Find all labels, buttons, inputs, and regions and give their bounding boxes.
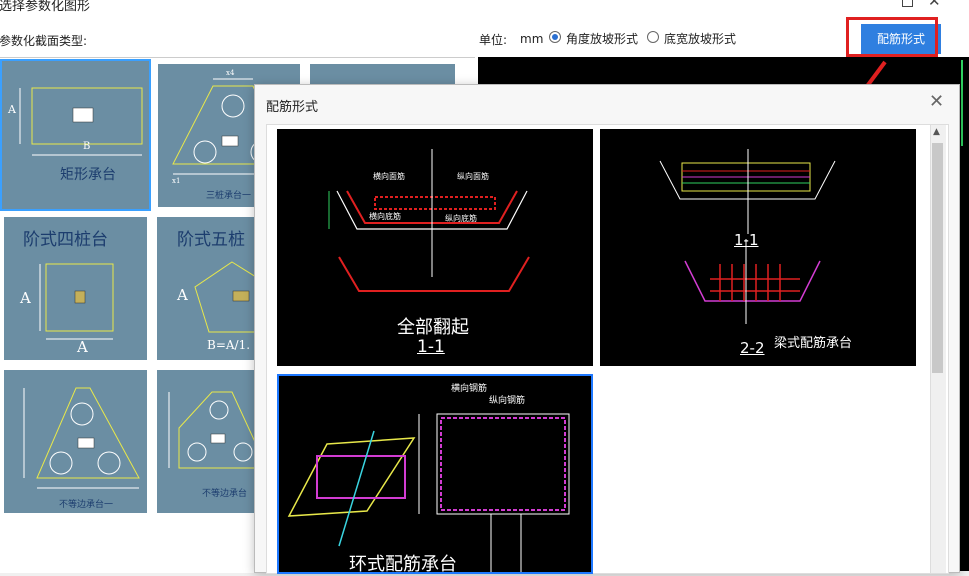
svg-text:纵向钢筋: 纵向钢筋: [489, 394, 525, 406]
option-caption: 环式配筋承台: [349, 554, 457, 575]
option-caption: 全部翻起: [397, 317, 469, 338]
rebar-options: 横向面筋 纵向面筋 横向底筋 纵向底筋 全部翻起 1-1 1-1 2-2 梁式配…: [266, 124, 949, 575]
section-label: 1-1: [417, 337, 445, 357]
svg-text:横向底筋: 横向底筋: [369, 211, 401, 221]
dialog-title: 配筋形式: [266, 100, 319, 115]
ring-style-drawing: 横向钢筋 纵向钢筋: [287, 382, 570, 572]
svg-text:纵向面筋: 纵向面筋: [457, 171, 489, 181]
scroll-up-icon[interactable]: ▲: [933, 127, 940, 137]
option-ring-style[interactable]: 横向钢筋 纵向钢筋 环式配筋承台: [277, 374, 593, 575]
option-caption: 梁式配筋承台: [774, 336, 853, 351]
section-a-label: 1-1: [734, 231, 759, 249]
dialog-scrollbar-thumb[interactable]: [932, 143, 943, 373]
option-beam-style[interactable]: 1-1 2-2 梁式配筋承台: [600, 129, 916, 366]
close-icon[interactable]: ✕: [929, 91, 944, 112]
section-b-label: 2-2: [740, 339, 765, 357]
rebar-form-dialog: 配筋形式 ✕ 横向面筋 纵向面筋 横向底筋 纵向底筋 全部翻起 1-1 1-1 …: [254, 84, 960, 575]
svg-text:横向面筋: 横向面筋: [373, 171, 405, 181]
option-full-bend[interactable]: 横向面筋 纵向面筋 横向底筋 纵向底筋 全部翻起 1-1: [277, 129, 593, 366]
svg-text:纵向底筋: 纵向底筋: [445, 213, 477, 223]
svg-text:横向钢筋: 横向钢筋: [451, 382, 487, 394]
